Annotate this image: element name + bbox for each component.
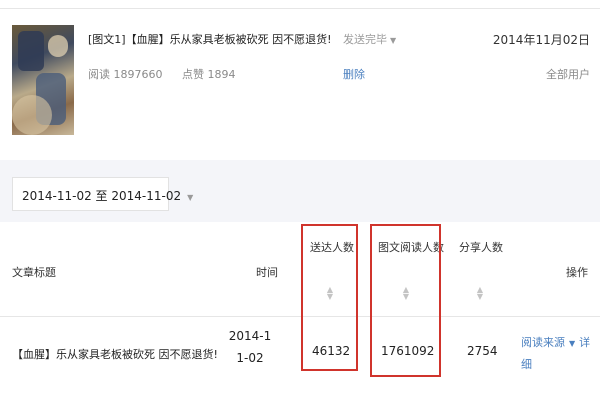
- send-status-dropdown[interactable]: 发送完毕 ▼: [343, 31, 396, 47]
- sort-icon[interactable]: ▲ ▼: [475, 286, 485, 301]
- top-divider: [0, 8, 600, 9]
- date-range-picker[interactable]: 2014-11-02 至 2014-11-02 ▼: [12, 177, 193, 211]
- delete-link[interactable]: 删除: [343, 66, 365, 82]
- highlight-box-delivered: [301, 224, 358, 371]
- caret-down-icon[interactable]: ▼: [569, 339, 575, 348]
- article-title[interactable]: [图文1]【血腥】乐从家具老板被砍死 因不愿退货!: [88, 31, 332, 47]
- row-time: 2014-11-02: [228, 329, 272, 365]
- table-header-row: 文章标题 时间 送达人数 ▲ ▼ 图文阅读人数 ▲ ▼ 分享人数 ▲ ▼ 操作: [0, 222, 600, 317]
- header-time: 时间: [256, 266, 278, 279]
- article-summary-card: [图文1]【血腥】乐从家具老板被砍死 因不愿退货! 阅读 1897660 点赞 …: [0, 0, 600, 160]
- row-share: 2754: [467, 344, 498, 358]
- date-range-label: 2014-11-02 至 2014-11-02: [22, 189, 182, 203]
- article-stats-table: 文章标题 时间 送达人数 ▲ ▼ 图文阅读人数 ▲ ▼ 分享人数 ▲ ▼ 操作 【血腥…: [0, 222, 600, 400]
- audience-label: 全部用户: [546, 68, 590, 81]
- header-title: 文章标题: [12, 266, 56, 279]
- publish-date: 2014年11月02日: [492, 33, 590, 47]
- caret-down-icon: ▼: [390, 36, 397, 45]
- table-row: 【血腥】乐从家具老板被砍死 因不愿退货! 2014-11-02 46132 17…: [0, 317, 600, 400]
- send-status-label: 发送完毕: [343, 33, 387, 46]
- read-count: 阅读 1897660: [88, 68, 163, 81]
- read-source-link[interactable]: 阅读来源: [521, 336, 565, 349]
- like-count: 点赞 1894: [182, 68, 236, 81]
- row-actions: 阅读来源 ▼ 详细: [521, 332, 593, 375]
- row-title[interactable]: 【血腥】乐从家具老板被砍死 因不愿退货!: [12, 346, 218, 362]
- article-thumbnail[interactable]: [12, 25, 74, 135]
- caret-down-icon: ▼: [187, 193, 194, 202]
- highlight-box-read: [370, 224, 441, 377]
- header-actions: 操作: [566, 266, 588, 279]
- article-stats: 阅读 1897660 点赞 1894: [88, 66, 252, 82]
- header-share[interactable]: 分享人数: [459, 239, 503, 255]
